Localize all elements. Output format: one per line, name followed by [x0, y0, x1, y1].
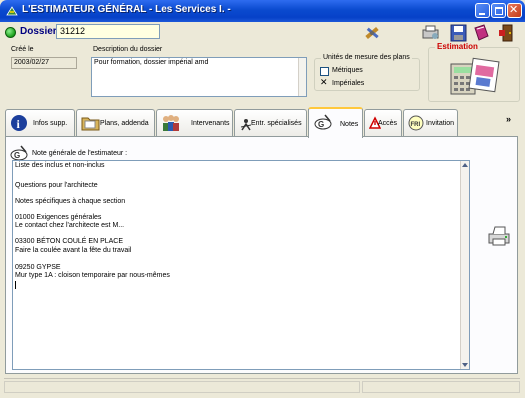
imperial-checkbox[interactable]: ✕ [320, 77, 329, 89]
tab-invitation[interactable]: FRI Invitation [403, 109, 458, 137]
note-line: Faire la coulée avant la fête du travail [15, 247, 132, 254]
imperial-label: Impériales [332, 80, 365, 87]
note-line: Questions pour l'architecte [15, 182, 98, 189]
estimation-group: Estimation [428, 42, 520, 102]
title-bar: L'ESTIMATEUR GÉNÉRAL - Les Services I. -… [0, 0, 525, 22]
status-cell [362, 381, 520, 393]
status-bar [4, 378, 520, 395]
notes-scrollbar[interactable] [460, 161, 469, 369]
notes-icon: G [314, 114, 332, 130]
created-date-field: 2003/02/27 [11, 57, 77, 69]
print-icon[interactable] [487, 225, 511, 247]
window-title: L'ESTIMATEUR GÉNÉRAL - Les Services I. - [22, 4, 231, 15]
book-icon[interactable] [472, 24, 491, 42]
print-setup-icon[interactable] [421, 24, 440, 42]
close-button[interactable]: ✕ [507, 3, 522, 18]
scroll-down-icon[interactable] [462, 363, 468, 367]
estimation-label: Estimation [435, 42, 480, 51]
tab-intervenants[interactable]: Intervenants [156, 109, 233, 137]
tab-entr-specialises[interactable]: Entr. spécialisés [234, 109, 307, 137]
svg-text:G: G [318, 120, 324, 129]
tab-notes[interactable]: G Notes [308, 107, 363, 138]
status-cell [4, 381, 360, 393]
svg-text:G: G [14, 151, 20, 160]
description-scrollbar[interactable] [298, 58, 306, 96]
minimize-button[interactable] [475, 3, 490, 18]
dossier-label: Dossier [20, 26, 57, 37]
units-group: Unités de mesure des plans Métriques ✕ I… [314, 54, 420, 91]
dossier-number-field[interactable]: 31212 [56, 24, 160, 39]
note-line: Mur type 1A : cloison temporaire par nou… [15, 272, 170, 279]
scroll-up-icon[interactable] [462, 163, 468, 167]
note-line: Le contact chez l'architecte est M... [15, 222, 125, 229]
estimation-calculator-icon[interactable] [447, 56, 503, 98]
maximize-icon [495, 7, 503, 15]
tab-plans-addenda[interactable]: Plans, addenda [76, 109, 155, 137]
notes-label: Note générale de l'estimateur : [32, 150, 128, 157]
tab-scroll-icon[interactable]: » [506, 114, 511, 124]
note-line: Notes spécifiques à chaque section [15, 198, 126, 205]
checkmark-x-icon: ✕ [320, 77, 328, 87]
minimize-icon [479, 13, 485, 15]
note-line: Liste des inclus et non-inclus [15, 162, 105, 169]
description-label: Description du dossier [93, 46, 163, 53]
created-label: Créé le [11, 46, 34, 53]
note-line: 01000 Exigences générales [15, 214, 102, 221]
description-text: Pour formation, dossier impérial amd [94, 59, 209, 66]
tab-acces[interactable]: Accès [364, 109, 402, 137]
app-icon [6, 6, 18, 16]
close-icon: ✕ [509, 4, 519, 16]
description-field[interactable]: Pour formation, dossier impérial amd [91, 57, 307, 97]
metric-checkbox[interactable] [320, 67, 329, 76]
tools-icon[interactable] [363, 24, 382, 42]
notes-textarea[interactable]: Liste des inclus et non-inclus Questions… [12, 160, 470, 370]
units-legend: Unités de mesure des plans [321, 54, 412, 61]
exit-door-icon[interactable] [496, 24, 515, 42]
status-indicator-icon [5, 27, 16, 38]
note-line: 09250 GYPSE [15, 264, 61, 271]
invitation-icon: FRI [408, 115, 424, 131]
metric-label: Métriques [332, 67, 363, 74]
maximize-button[interactable] [491, 3, 506, 18]
info-icon: i [11, 115, 27, 131]
folder-icon [81, 117, 100, 131]
note-line: 03300 BÉTON COULÉ EN PLACE [15, 238, 124, 245]
tab-infos-supp[interactable]: i Infos supp. [5, 109, 75, 137]
text-cursor [15, 281, 16, 289]
save-icon[interactable] [449, 24, 468, 42]
people-icon [163, 115, 179, 131]
svg-text:FRI: FRI [411, 122, 421, 128]
